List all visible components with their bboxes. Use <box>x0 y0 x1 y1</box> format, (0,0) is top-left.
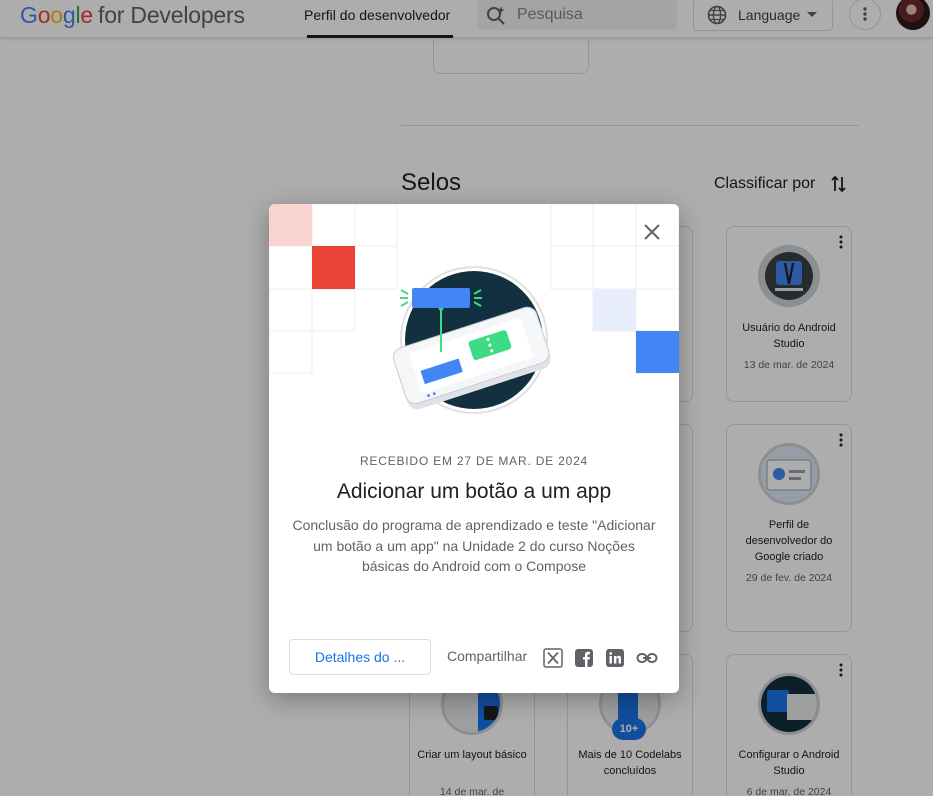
details-button[interactable]: Detalhes do ... <box>289 639 431 675</box>
badge-title: Adicionar um botão a um app <box>336 480 612 503</box>
share-label: Compartilhar <box>447 648 528 664</box>
badge-detail-dialog: RECEBIDO EM 27 DE MAR. DE 2024 Adicionar… <box>269 204 679 693</box>
received-date: RECEBIDO EM 27 DE MAR. DE 2024 <box>359 454 589 468</box>
badge-description: Conclusão do programa de aprendizado e t… <box>292 517 656 574</box>
facebook-icon[interactable] <box>574 648 594 668</box>
linkedin-icon[interactable] <box>605 648 625 668</box>
x-icon[interactable] <box>543 648 563 668</box>
close-icon[interactable] <box>641 221 663 243</box>
link-icon[interactable] <box>636 648 658 668</box>
badge-illustration <box>269 204 679 414</box>
